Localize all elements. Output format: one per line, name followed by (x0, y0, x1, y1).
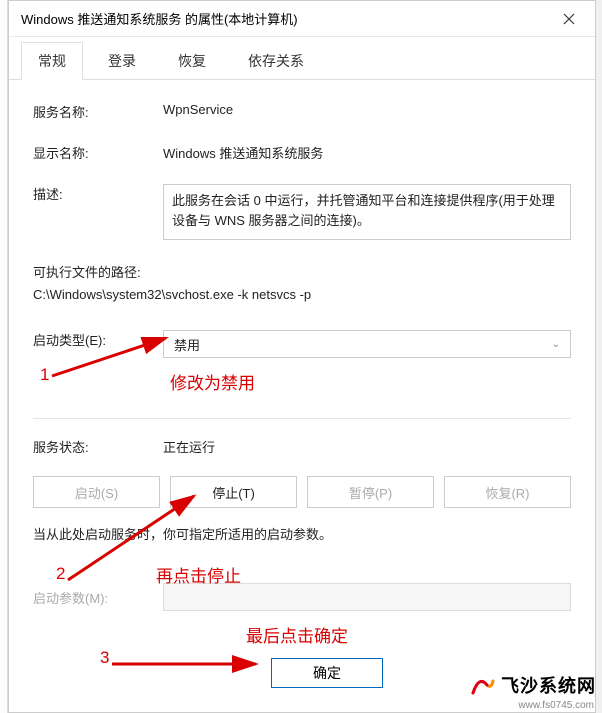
chevron-down-icon: ⌄ (552, 339, 560, 350)
tab-general[interactable]: 常规 (21, 42, 83, 80)
row-service-status: 服务状态: 正在运行 (33, 437, 571, 456)
exe-path-label: 可执行文件的路径: (33, 262, 571, 281)
service-status-label: 服务状态: (33, 437, 163, 456)
service-name-label: 服务名称: (33, 102, 163, 121)
left-strip (0, 0, 8, 713)
control-buttons: 启动(S) 停止(T) 暂停(P) 恢复(R) (33, 476, 571, 508)
row-service-name: 服务名称: WpnService (33, 102, 571, 121)
stop-button[interactable]: 停止(T) (170, 476, 297, 508)
description-textarea[interactable]: 此服务在会话 0 中运行，并托管通知平台和连接提供程序(用于处理设备与 WNS … (163, 184, 571, 240)
row-startup-type: 启动类型(E): 禁用 ⌄ (33, 330, 571, 358)
row-description: 描述: 此服务在会话 0 中运行，并托管通知平台和连接提供程序(用于处理设备与 … (33, 184, 571, 240)
start-button: 启动(S) (33, 476, 160, 508)
start-params-input (163, 583, 571, 611)
start-params-label: 启动参数(M): (33, 588, 163, 607)
pause-button: 暂停(P) (307, 476, 434, 508)
window-title: Windows 推送通知系统服务 的属性(本地计算机) (21, 9, 555, 28)
start-params-hint: 当从此处启动服务时，你可指定所适用的启动参数。 (33, 524, 571, 543)
close-icon (563, 13, 575, 25)
tab-dependencies[interactable]: 依存关系 (231, 42, 321, 80)
row-display-name: 显示名称: Windows 推送通知系统服务 (33, 143, 571, 162)
ok-button[interactable]: 确定 (271, 658, 383, 688)
watermark-url: www.fs0745.com (518, 700, 594, 711)
row-start-params: 启动参数(M): (33, 583, 571, 611)
properties-dialog: Windows 推送通知系统服务 的属性(本地计算机) 常规 登录 恢复 依存关… (8, 0, 596, 713)
titlebar: Windows 推送通知系统服务 的属性(本地计算机) (9, 1, 595, 37)
close-button[interactable] (555, 5, 583, 33)
display-name-label: 显示名称: (33, 143, 163, 162)
divider (33, 418, 571, 419)
tab-content: 服务名称: WpnService 显示名称: Windows 推送通知系统服务 … (9, 80, 595, 633)
exe-path-value: C:\Windows\system32\svchost.exe -k netsv… (33, 287, 571, 302)
tabs: 常规 登录 恢复 依存关系 (9, 37, 595, 80)
startup-type-value: 禁用 (174, 335, 200, 354)
service-status-value: 正在运行 (163, 437, 571, 456)
tab-logon[interactable]: 登录 (91, 42, 153, 80)
tab-recovery[interactable]: 恢复 (161, 42, 223, 80)
service-name-value: WpnService (163, 102, 571, 121)
resume-button: 恢复(R) (444, 476, 571, 508)
description-label: 描述: (33, 184, 163, 240)
display-name-value: Windows 推送通知系统服务 (163, 143, 571, 162)
startup-type-label: 启动类型(E): (33, 330, 163, 358)
startup-type-select[interactable]: 禁用 ⌄ (163, 330, 571, 358)
